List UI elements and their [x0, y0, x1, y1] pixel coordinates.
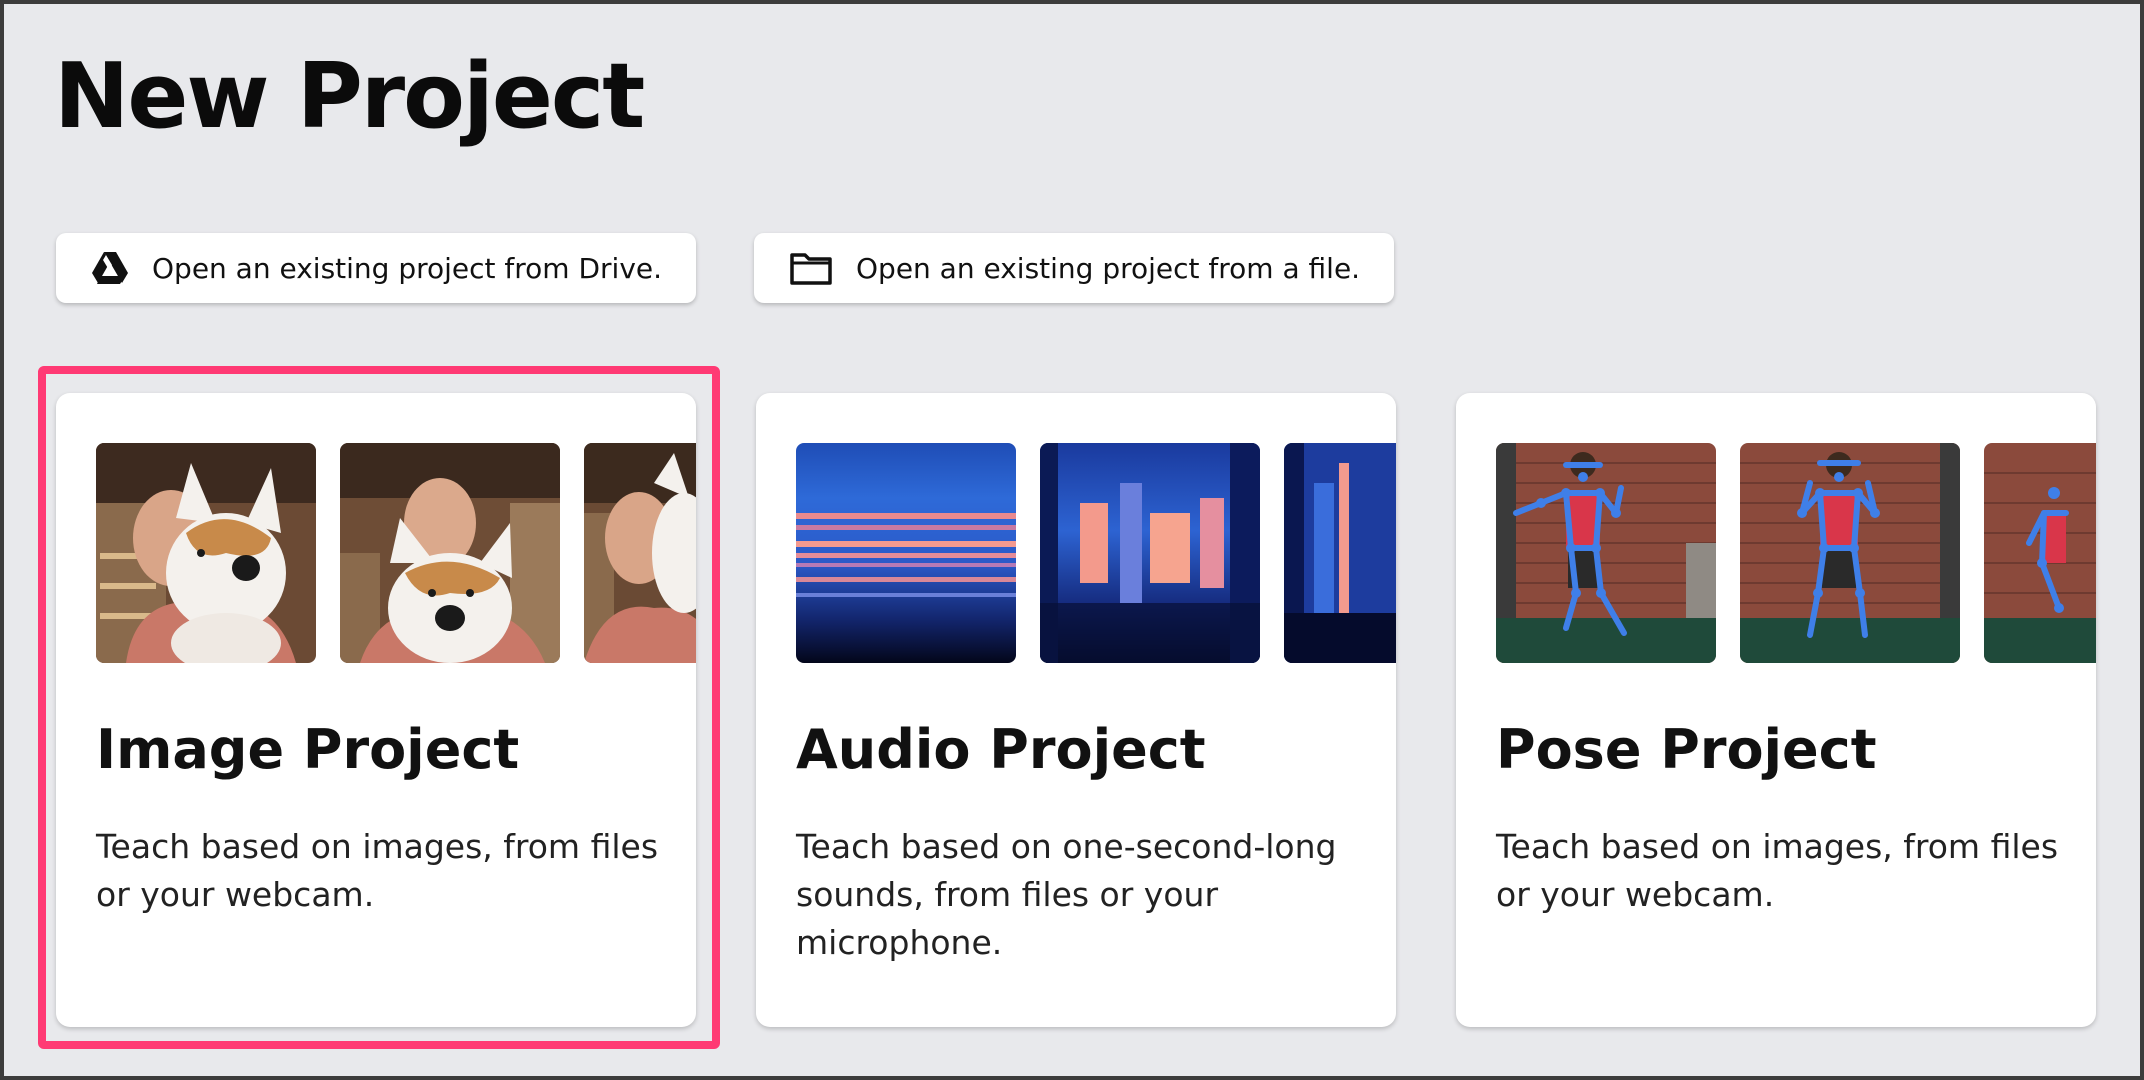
pose-thumbnail — [1984, 443, 2096, 663]
open-from-drive-button[interactable]: Open an existing project from Drive. — [56, 233, 696, 303]
audio-project-card[interactable]: Audio Project Teach based on one-second-… — [756, 393, 1396, 1027]
page-title: New Project — [54, 44, 645, 149]
spectrogram-thumbnail — [796, 443, 1016, 663]
open-from-file-button[interactable]: Open an existing project from a file. — [754, 233, 1394, 303]
folder-icon — [790, 251, 832, 285]
card-title: Audio Project — [796, 718, 1206, 781]
app-window: New Project Open an existing project fro… — [0, 0, 2144, 1080]
open-from-file-label: Open an existing project from a file. — [856, 251, 1361, 285]
google-drive-icon — [92, 252, 128, 284]
card-description: Teach based on images, from files or you… — [96, 827, 659, 914]
spectrogram-thumbnail — [1040, 443, 1260, 663]
image-thumbnail — [340, 443, 560, 663]
card-title: Image Project — [96, 718, 520, 781]
pose-thumbnail — [1740, 443, 1960, 663]
open-from-drive-label: Open an existing project from Drive. — [152, 251, 663, 285]
card-title: Pose Project — [1496, 718, 1877, 781]
image-thumbnail — [584, 443, 696, 663]
image-project-card[interactable]: Image Project Teach based on images, fro… — [56, 393, 696, 1027]
audio-project-thumbnails — [796, 443, 1396, 663]
image-project-thumbnails — [96, 443, 696, 663]
card-description: Teach based on images, from files or you… — [1496, 827, 2059, 914]
pose-project-thumbnails — [1496, 443, 2096, 663]
pose-thumbnail — [1496, 443, 1716, 663]
pose-project-card[interactable]: Pose Project Teach based on images, from… — [1456, 393, 2096, 1027]
spectrogram-thumbnail — [1284, 443, 1396, 663]
image-thumbnail — [96, 443, 316, 663]
card-description: Teach based on one-second-long sounds, f… — [796, 827, 1337, 962]
